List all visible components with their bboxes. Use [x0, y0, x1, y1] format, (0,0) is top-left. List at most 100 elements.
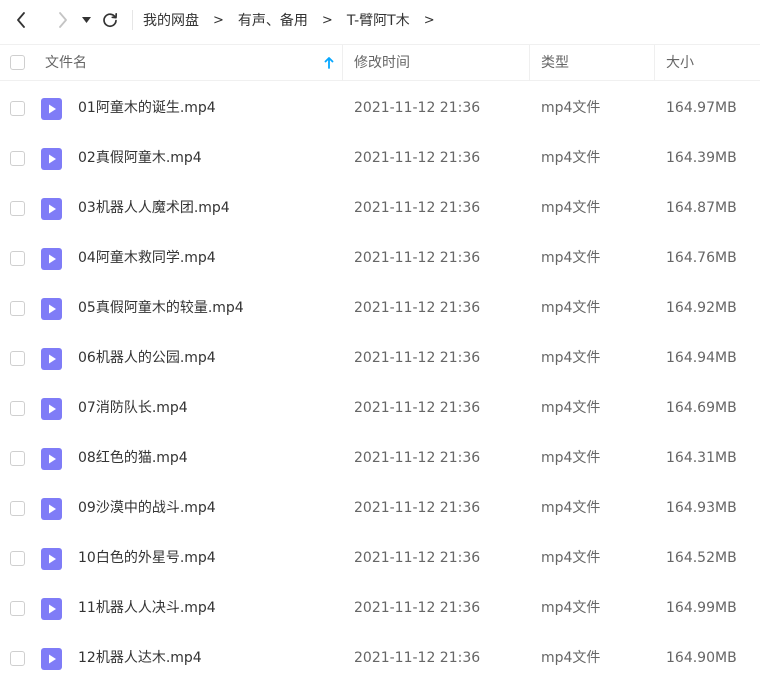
file-size: 164.97MB [666, 100, 737, 116]
file-type: mp4文件 [541, 100, 601, 116]
file-row-checkbox[interactable] [10, 601, 25, 616]
file-name[interactable]: 07消防队长.mp4 [78, 383, 188, 433]
file-name[interactable]: 01阿童木的诞生.mp4 [78, 83, 216, 133]
breadcrumb-separator: > [423, 12, 435, 28]
file-name[interactable]: 02真假阿童木.mp4 [78, 133, 202, 183]
breadcrumb-separator: > [213, 12, 224, 28]
video-file-icon [41, 648, 62, 670]
file-size: 164.94MB [666, 350, 737, 366]
file-type: mp4文件 [541, 400, 601, 416]
file-modified-time: 2021-11-12 21:36 [354, 100, 481, 116]
file-row-checkbox[interactable] [10, 501, 25, 516]
video-file-icon [41, 598, 62, 620]
file-modified-time: 2021-11-12 21:36 [354, 400, 481, 416]
video-file-icon [41, 498, 62, 520]
file-row-checkbox[interactable] [10, 301, 25, 316]
file-row-checkbox[interactable] [10, 651, 25, 666]
file-row[interactable]: 03机器人人魔术团.mp4 2021-11-12 21:36 mp4文件 164… [0, 183, 760, 233]
file-size: 164.76MB [666, 250, 737, 266]
file-name[interactable]: 09沙漠中的战斗.mp4 [78, 483, 216, 533]
file-modified-time: 2021-11-12 21:36 [354, 150, 481, 166]
file-row-checkbox[interactable] [10, 151, 25, 166]
file-type: mp4文件 [541, 500, 601, 516]
file-row[interactable]: 11机器人人决斗.mp4 2021-11-12 21:36 mp4文件 164.… [0, 583, 760, 633]
column-resize-handle[interactable] [342, 45, 343, 81]
video-file-icon [41, 98, 62, 120]
column-resize-handle[interactable] [529, 45, 530, 81]
video-file-icon [41, 198, 62, 220]
video-file-icon [41, 548, 62, 570]
file-modified-time: 2021-11-12 21:36 [354, 300, 481, 316]
breadcrumb-separator: > [321, 12, 333, 28]
file-size: 164.52MB [666, 550, 737, 566]
file-size: 164.39MB [666, 150, 737, 166]
breadcrumb-folder[interactable]: 有声、备用 [238, 10, 308, 30]
navigation-bar: 我的网盘 > 有声、备用 > T-臂阿T木 > [0, 0, 760, 40]
forward-button[interactable] [54, 8, 72, 32]
file-size: 164.87MB [666, 200, 737, 216]
file-modified-time: 2021-11-12 21:36 [354, 550, 481, 566]
file-name[interactable]: 06机器人的公园.mp4 [78, 333, 216, 383]
history-dropdown-button[interactable] [80, 8, 92, 32]
file-modified-time: 2021-11-12 21:36 [354, 500, 481, 516]
file-row-checkbox[interactable] [10, 451, 25, 466]
file-size: 164.99MB [666, 600, 737, 616]
file-name[interactable]: 10白色的外星号.mp4 [78, 533, 216, 583]
file-row-checkbox[interactable] [10, 201, 25, 216]
file-row-checkbox[interactable] [10, 401, 25, 416]
file-size: 164.31MB [666, 450, 737, 466]
file-row-checkbox[interactable] [10, 101, 25, 116]
file-modified-time: 2021-11-12 21:36 [354, 250, 481, 266]
file-name[interactable]: 04阿童木救同学.mp4 [78, 233, 216, 283]
back-button[interactable] [12, 8, 30, 32]
file-list-header: 文件名 修改时间 类型 大小 [0, 44, 760, 81]
caret-down-icon [81, 17, 91, 23]
file-type: mp4文件 [541, 300, 601, 316]
file-row[interactable]: 09沙漠中的战斗.mp4 2021-11-12 21:36 mp4文件 164.… [0, 483, 760, 533]
file-type: mp4文件 [541, 150, 601, 166]
file-row-checkbox[interactable] [10, 351, 25, 366]
file-type: mp4文件 [541, 550, 601, 566]
video-file-icon [41, 248, 62, 270]
column-header-modified[interactable]: 修改时间 [354, 45, 410, 81]
file-size: 164.92MB [666, 300, 737, 316]
file-modified-time: 2021-11-12 21:36 [354, 450, 481, 466]
file-type: mp4文件 [541, 250, 601, 266]
file-row[interactable]: 08红色的猫.mp4 2021-11-12 21:36 mp4文件 164.31… [0, 433, 760, 483]
file-row[interactable]: 06机器人的公园.mp4 2021-11-12 21:36 mp4文件 164.… [0, 333, 760, 383]
sort-ascending-icon[interactable] [324, 57, 334, 69]
select-all-checkbox[interactable] [10, 55, 25, 70]
file-name[interactable]: 08红色的猫.mp4 [78, 433, 188, 483]
refresh-icon [103, 12, 118, 27]
file-modified-time: 2021-11-12 21:36 [354, 600, 481, 616]
refresh-button[interactable] [100, 8, 120, 32]
breadcrumb: 我的网盘 > 有声、备用 > T-臂阿T木 > [143, 10, 449, 30]
video-file-icon [41, 348, 62, 370]
column-header-name[interactable]: 文件名 [45, 45, 87, 81]
video-file-icon [41, 298, 62, 320]
file-row-checkbox[interactable] [10, 251, 25, 266]
file-row[interactable]: 02真假阿童木.mp4 2021-11-12 21:36 mp4文件 164.3… [0, 133, 760, 183]
file-name[interactable]: 05真假阿童木的较量.mp4 [78, 283, 244, 333]
video-file-icon [41, 148, 62, 170]
file-row[interactable]: 04阿童木救同学.mp4 2021-11-12 21:36 mp4文件 164.… [0, 233, 760, 283]
file-size: 164.93MB [666, 500, 737, 516]
file-name[interactable]: 11机器人人决斗.mp4 [78, 583, 216, 633]
file-name[interactable]: 03机器人人魔术团.mp4 [78, 183, 230, 233]
video-file-icon [41, 398, 62, 420]
file-row-checkbox[interactable] [10, 551, 25, 566]
column-header-size[interactable]: 大小 [666, 45, 694, 81]
file-row[interactable]: 01阿童木的诞生.mp4 2021-11-12 21:36 mp4文件 164.… [0, 83, 760, 133]
breadcrumb-root[interactable]: 我的网盘 [143, 10, 199, 30]
chevron-left-icon [17, 12, 25, 28]
toolbar-divider [132, 10, 133, 30]
chevron-right-icon [59, 12, 67, 28]
column-resize-handle[interactable] [654, 45, 655, 81]
file-row[interactable]: 07消防队长.mp4 2021-11-12 21:36 mp4文件 164.69… [0, 383, 760, 433]
file-row[interactable]: 10白色的外星号.mp4 2021-11-12 21:36 mp4文件 164.… [0, 533, 760, 583]
breadcrumb-current[interactable]: T-臂阿T木 [347, 10, 410, 30]
file-row[interactable]: 05真假阿童木的较量.mp4 2021-11-12 21:36 mp4文件 16… [0, 283, 760, 333]
file-type: mp4文件 [541, 200, 601, 216]
file-size: 164.69MB [666, 400, 737, 416]
column-header-type[interactable]: 类型 [541, 45, 569, 81]
